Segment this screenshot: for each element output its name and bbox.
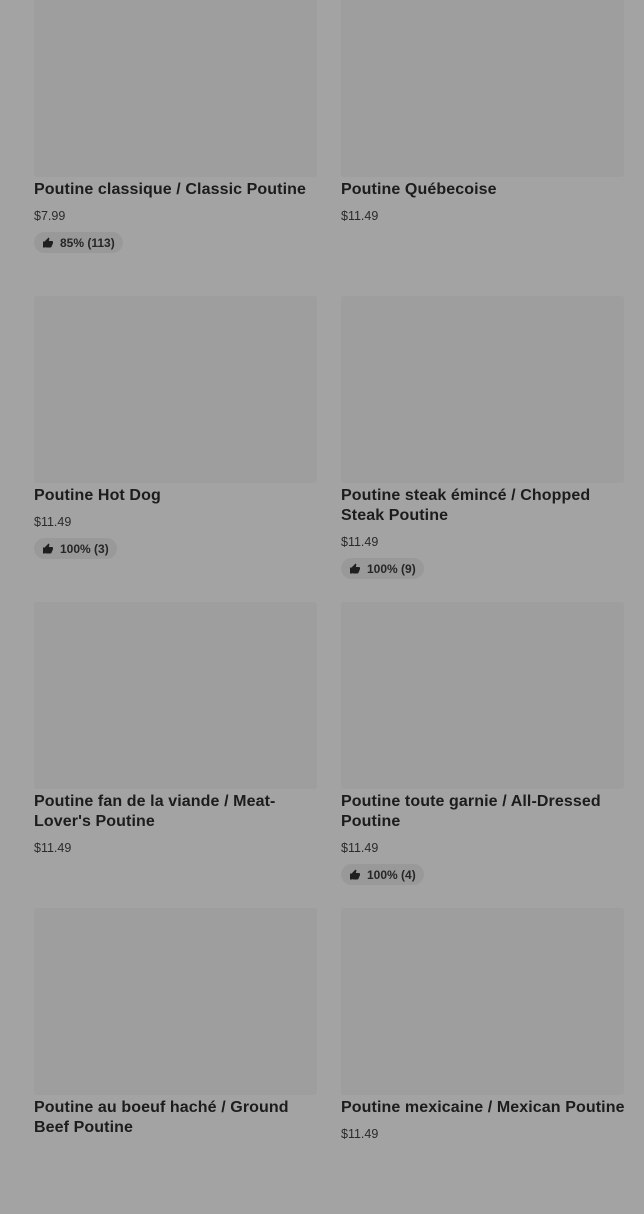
menu-item-image[interactable] [341, 0, 624, 177]
menu-item-card[interactable]: Poutine toute garnie / All-Dressed Pouti… [341, 602, 624, 908]
rating-text: 85% (113) [60, 235, 115, 250]
menu-item-card[interactable]: Poutine fan de la viande / Meat-Lover's … [34, 602, 317, 908]
menu-item-price: $11.49 [34, 841, 72, 855]
menu-item-card[interactable]: Poutine steak émincé / Chopped Steak Pou… [341, 296, 624, 602]
menu-item-card[interactable]: Poutine mexicaine / Mexican Poutine $11.… [341, 908, 624, 1214]
menu-item-name: Poutine Québecoise [341, 181, 497, 198]
menu-item-image[interactable] [341, 296, 624, 483]
rating-text: 100% (3) [60, 541, 109, 556]
menu-item-name: Poutine au boeuf haché / Ground Beef Pou… [34, 1099, 289, 1136]
menu-item-meta: $7.99 85% (113) [34, 206, 123, 254]
menu-item-price: $11.49 [34, 515, 72, 529]
menu-item-price: $11.49 [341, 209, 379, 223]
menu-item-image[interactable] [34, 602, 317, 789]
menu-item-image[interactable] [34, 0, 317, 177]
menu-item-name: Poutine Hot Dog [34, 487, 161, 504]
menu-item-meta: $11.49 [34, 838, 71, 856]
menu-item-price: $11.49 [341, 535, 379, 549]
menu-item-image[interactable] [34, 908, 317, 1095]
thumbs-up-icon [43, 543, 53, 553]
thumbs-up-icon [350, 563, 360, 573]
menu-item-meta: $11.49 100% (4) [341, 838, 424, 886]
menu-item-image[interactable] [341, 602, 624, 789]
menu-item-meta: $11.49 [341, 1124, 378, 1142]
menu-item-name: Poutine mexicaine / Mexican Poutine [341, 1099, 625, 1116]
menu-item-grid: Poutine classique / Classic Poutine $7.9… [34, 0, 624, 1214]
menu-item-meta: $11.49 100% (9) [341, 532, 424, 580]
rating-badge: 100% (9) [341, 558, 424, 579]
menu-item-image[interactable] [341, 908, 624, 1095]
menu-item-name: Poutine classique / Classic Poutine [34, 181, 307, 198]
menu-item-meta: $11.49 100% (3) [34, 512, 117, 560]
menu-item-price: $11.49 [341, 841, 379, 855]
menu-item-name: Poutine steak émincé / Chopped Steak Pou… [341, 487, 591, 524]
menu-item-card[interactable]: Poutine Hot Dog $11.49 100% (3) [34, 296, 317, 602]
rating-text: 100% (4) [367, 867, 416, 882]
menu-item-meta: $11.49 [341, 206, 378, 224]
menu-item-name: Poutine toute garnie / All-Dressed Pouti… [341, 793, 601, 830]
menu-item-card[interactable]: Poutine au boeuf haché / Ground Beef Pou… [34, 908, 317, 1214]
rating-text: 100% (9) [367, 561, 416, 576]
thumbs-up-icon [43, 237, 53, 247]
menu-item-card[interactable]: Poutine Québecoise $11.49 [341, 0, 624, 296]
rating-badge: 100% (4) [341, 864, 424, 885]
thumbs-up-icon [350, 869, 360, 879]
menu-item-card[interactable]: Poutine classique / Classic Poutine $7.9… [34, 0, 317, 296]
menu-item-price: $7.99 [34, 209, 66, 223]
menu-item-image[interactable] [34, 296, 317, 483]
menu-item-price: $11.49 [341, 1127, 379, 1141]
rating-badge: 100% (3) [34, 538, 117, 559]
rating-badge: 85% (113) [34, 232, 123, 253]
menu-item-name: Poutine fan de la viande / Meat-Lover's … [34, 793, 276, 830]
